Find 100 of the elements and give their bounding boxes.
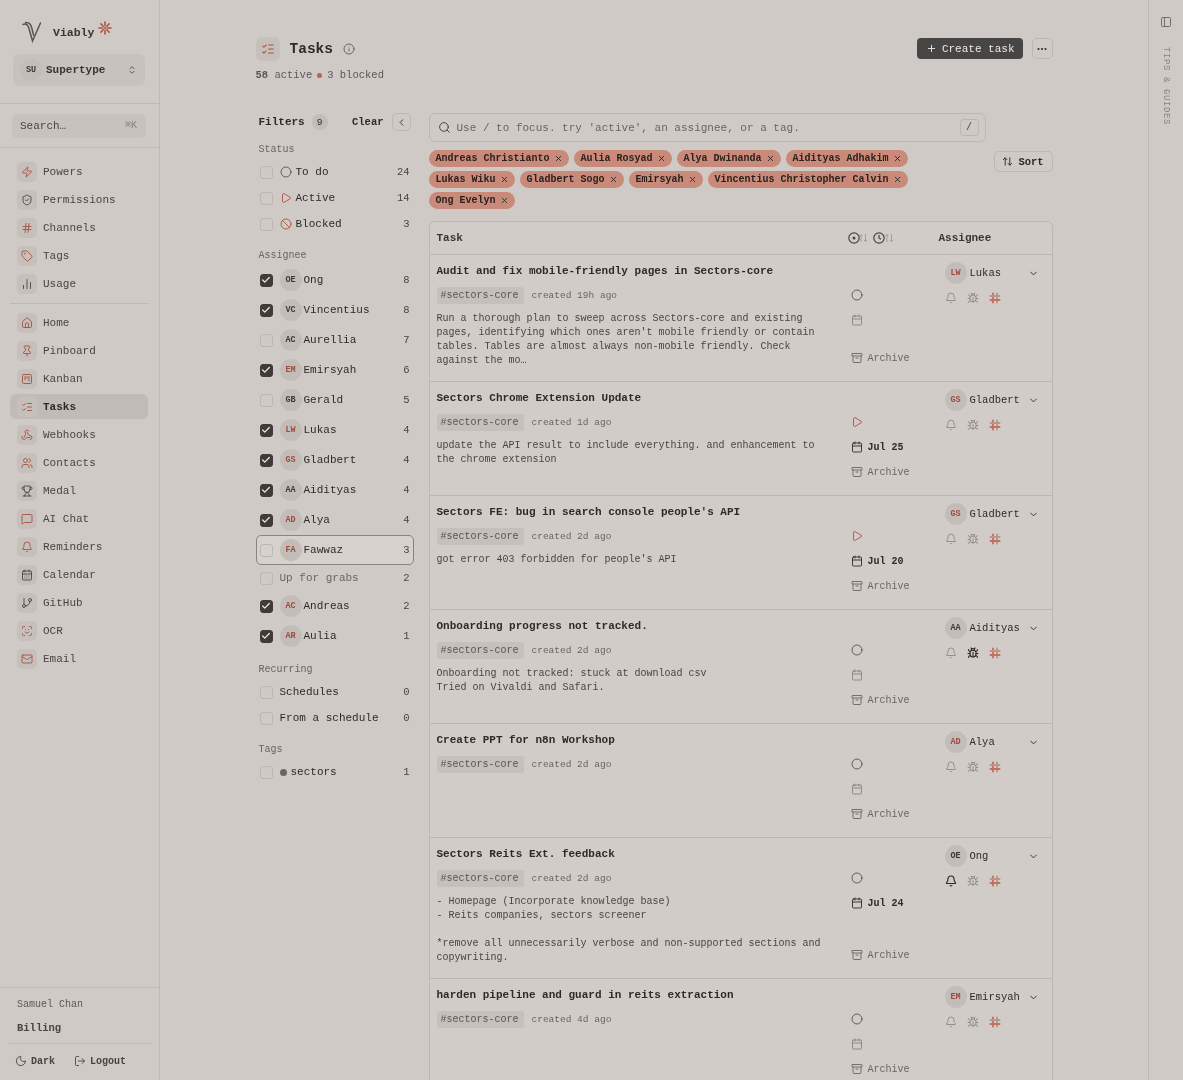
filter-chip[interactable]: Alya Dwinanda bbox=[676, 150, 781, 167]
filter-option[interactable]: AD Alya 4 bbox=[255, 505, 414, 535]
nav-link[interactable]: Calendar bbox=[10, 562, 148, 587]
hash-icon[interactable] bbox=[988, 647, 1001, 659]
assignee-select[interactable]: GS Gladbert bbox=[938, 389, 1040, 411]
bell-icon[interactable] bbox=[944, 875, 957, 887]
close-icon[interactable] bbox=[687, 175, 697, 184]
task-title[interactable]: Sectors FE: bug in search console people's API bbox=[436, 505, 741, 519]
filter-option[interactable]: sectors 1 bbox=[255, 759, 414, 785]
task-title[interactable]: harden pipeline and guard in reits extraction bbox=[436, 988, 734, 1002]
circle-icon[interactable] bbox=[850, 644, 863, 656]
filter-option[interactable]: From a schedule 0 bbox=[255, 705, 414, 731]
filter-option[interactable]: AC Aurellia 7 bbox=[255, 325, 414, 355]
filter-option[interactable]: AA Aidityas 4 bbox=[255, 475, 414, 505]
panel-icon[interactable] bbox=[1160, 16, 1172, 28]
nav-link[interactable]: Powers bbox=[10, 159, 148, 184]
filter-option[interactable]: AR Aulia 1 bbox=[255, 621, 414, 651]
play-icon[interactable] bbox=[850, 416, 863, 428]
filter-option[interactable]: AC Andreas 2 bbox=[255, 591, 414, 621]
tag-chip[interactable]: #sectors-core bbox=[436, 528, 524, 545]
archive-button[interactable]: Archive bbox=[850, 464, 910, 480]
tag-chip[interactable]: #sectors-core bbox=[436, 414, 524, 431]
filter-chip[interactable]: Andreas Christianto bbox=[428, 150, 569, 167]
filter-option[interactable]: GB Gerald 5 bbox=[255, 385, 414, 415]
filter-option[interactable]: Active 14 bbox=[255, 185, 414, 211]
nav-link[interactable]: Usage bbox=[10, 271, 148, 296]
archive-button[interactable]: Archive bbox=[850, 692, 910, 708]
close-icon[interactable] bbox=[608, 175, 618, 184]
tag-chip[interactable]: #sectors-core bbox=[436, 642, 524, 659]
close-icon[interactable] bbox=[553, 154, 563, 163]
filter-chip[interactable]: Emirsyah bbox=[628, 171, 703, 188]
info-icon[interactable] bbox=[343, 43, 355, 55]
filter-option[interactable]: To do 24 bbox=[255, 159, 414, 185]
checkbox[interactable] bbox=[259, 363, 273, 377]
hash-icon[interactable] bbox=[988, 761, 1001, 773]
archive-button[interactable]: Archive bbox=[850, 806, 910, 822]
clear-button[interactable]: Clear bbox=[352, 116, 384, 128]
assignee-select[interactable]: AD Alya bbox=[938, 731, 1040, 753]
checkbox[interactable] bbox=[259, 629, 273, 643]
filter-option[interactable]: EM Emirsyah 6 bbox=[255, 355, 414, 385]
checkbox[interactable] bbox=[259, 423, 273, 437]
checkbox[interactable] bbox=[259, 483, 273, 497]
archive-button[interactable]: Archive bbox=[850, 1061, 910, 1077]
nav-link[interactable]: Tasks bbox=[10, 394, 148, 419]
nav-link[interactable]: Channels bbox=[10, 215, 148, 240]
filter-option[interactable]: Schedules 0 bbox=[255, 679, 414, 705]
checkbox[interactable] bbox=[259, 543, 273, 557]
nav-link[interactable]: Contacts bbox=[10, 450, 148, 475]
hash-icon[interactable] bbox=[988, 533, 1001, 545]
archive-button[interactable]: Archive bbox=[850, 578, 910, 594]
circle-icon[interactable] bbox=[850, 1013, 863, 1025]
collapse-button[interactable] bbox=[391, 113, 411, 131]
nav-link[interactable]: Kanban bbox=[10, 366, 148, 391]
filter-option[interactable]: LW Lukas 4 bbox=[255, 415, 414, 445]
calendar-icon[interactable] bbox=[850, 897, 863, 909]
nav-link[interactable]: Medal bbox=[10, 478, 148, 503]
nav-link[interactable]: Tags bbox=[10, 243, 148, 268]
checkbox[interactable] bbox=[259, 599, 273, 613]
nav-link[interactable]: Reminders bbox=[10, 534, 148, 559]
circle-icon[interactable] bbox=[850, 872, 863, 884]
create-task-button[interactable]: Create task bbox=[916, 38, 1023, 59]
hash-icon[interactable] bbox=[988, 419, 1001, 431]
archive-button[interactable]: Archive bbox=[850, 947, 910, 963]
filter-option[interactable]: OE Ong 8 bbox=[255, 265, 414, 295]
close-icon[interactable] bbox=[765, 154, 775, 163]
filter-chip[interactable]: Vincentius Christopher Calvin bbox=[707, 171, 908, 188]
filter-option[interactable]: Up for grabs 2 bbox=[255, 565, 414, 591]
clock-sort-icon[interactable] bbox=[872, 232, 894, 244]
theme-button[interactable]: Dark bbox=[15, 1054, 55, 1068]
hash-icon[interactable] bbox=[988, 875, 1001, 887]
close-icon[interactable] bbox=[656, 154, 666, 163]
filter-chip[interactable]: Aidityas Adhakim bbox=[785, 150, 908, 167]
circle-icon[interactable] bbox=[850, 289, 863, 301]
tag-chip[interactable]: #sectors-core bbox=[436, 287, 524, 304]
calendar-icon[interactable] bbox=[850, 555, 863, 567]
assignee-select[interactable]: GS Gladbert bbox=[938, 503, 1040, 525]
calendar-icon[interactable] bbox=[850, 441, 863, 453]
close-icon[interactable] bbox=[499, 175, 509, 184]
filter-option[interactable]: VC Vincentius 8 bbox=[255, 295, 414, 325]
checkbox[interactable] bbox=[259, 303, 273, 317]
more-button[interactable] bbox=[1031, 38, 1053, 59]
sort-button[interactable]: Sort bbox=[993, 151, 1053, 172]
nav-link[interactable]: AI Chat bbox=[10, 506, 148, 531]
assignee-select[interactable]: AA Aidityas bbox=[938, 617, 1040, 639]
filter-chip[interactable]: Lukas Wiku bbox=[428, 171, 515, 188]
filter-option[interactable]: GS Gladbert 4 bbox=[255, 445, 414, 475]
circle-icon[interactable] bbox=[850, 758, 863, 770]
task-title[interactable]: Create PPT for n8n Workshop bbox=[436, 733, 615, 747]
task-title[interactable]: Sectors Reits Ext. feedback bbox=[436, 847, 615, 861]
close-icon[interactable] bbox=[892, 154, 902, 163]
archive-button[interactable]: Archive bbox=[850, 350, 910, 366]
nav-link[interactable]: Permissions bbox=[10, 187, 148, 212]
close-icon[interactable] bbox=[892, 175, 902, 184]
nav-link[interactable]: Pinboard bbox=[10, 338, 148, 363]
filter-option[interactable]: Blocked 3 bbox=[255, 211, 414, 237]
tag-chip[interactable]: #sectors-core bbox=[436, 870, 524, 887]
circle-sort-icon[interactable] bbox=[847, 232, 868, 244]
hash-icon[interactable] bbox=[988, 1016, 1001, 1028]
task-title[interactable]: Sectors Chrome Extension Update bbox=[436, 391, 642, 405]
filter-option[interactable]: FA Fawwaz 3 bbox=[255, 535, 414, 565]
